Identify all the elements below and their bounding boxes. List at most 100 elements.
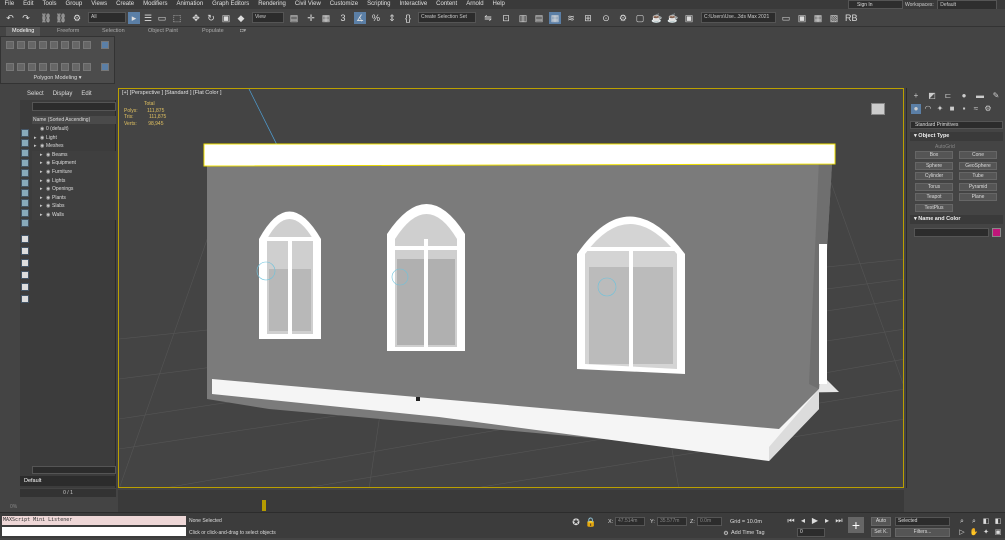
list-item[interactable]: ▸ ◉ Light	[32, 134, 116, 143]
ribbon-tool-icon[interactable]	[50, 63, 58, 71]
goto-start-icon[interactable]: ⏮	[786, 516, 796, 526]
list-item[interactable]: ◉ 0 (default)	[32, 125, 116, 134]
project-path-dropdown[interactable]: C:\Users\Use...3ds Max 2021	[701, 12, 776, 23]
key-filter-dropdown[interactable]: Selected	[895, 517, 950, 526]
menu-group[interactable]: Group	[61, 0, 87, 9]
ribbon-tool-icon[interactable]	[6, 63, 14, 71]
ribbon-tool-icon[interactable]	[83, 63, 91, 71]
set-key-icon[interactable]: +	[848, 517, 864, 533]
render-window-icon[interactable]: ▣	[683, 12, 695, 24]
list-item[interactable]: ▸ ◉ Walls	[32, 211, 116, 220]
menu-edit[interactable]: Edit	[81, 91, 91, 97]
x-coordinate-field[interactable]: 47.514m	[615, 517, 645, 526]
scene-search-input[interactable]	[32, 102, 116, 111]
menu-tools[interactable]: Tools	[38, 0, 61, 9]
list-item[interactable]: ▸ ◉ Beams	[32, 150, 116, 160]
display-filter-icon[interactable]	[21, 179, 29, 187]
maxscript-listener[interactable]: MAXScript Mini Listener	[2, 516, 186, 525]
set-key-button[interactable]: Set K.	[871, 528, 891, 537]
list-item[interactable]: ▸ ◉ Meshes	[32, 142, 116, 151]
key-filters-button[interactable]: Filters...	[895, 528, 950, 537]
display-tab-icon[interactable]: ▬	[975, 91, 985, 101]
display-filter-icon[interactable]	[21, 139, 29, 147]
arnold-render-icon[interactable]: ▦	[812, 12, 824, 24]
goto-end-icon[interactable]: ⏭	[834, 516, 844, 526]
ribbon-toggle-icon[interactable]: ▦	[549, 12, 561, 24]
display-filter-icon[interactable]	[21, 259, 29, 267]
display-filter-icon[interactable]	[21, 295, 29, 303]
window-crossing-icon[interactable]: ⬚	[171, 12, 183, 24]
undo-icon[interactable]: ↶	[4, 12, 16, 24]
tab-populate[interactable]: Populate	[202, 27, 224, 36]
time-slider-handle[interactable]	[262, 500, 266, 511]
ribbon-tool-icon[interactable]	[72, 41, 80, 49]
primitive-cylinder-button[interactable]: Cylinder	[915, 172, 953, 180]
hierarchy-tab-icon[interactable]: ⊏	[943, 91, 953, 101]
field-of-view-icon[interactable]: ▷	[956, 527, 968, 539]
menu-file[interactable]: File	[0, 0, 19, 9]
render-production-icon[interactable]: ☕	[651, 12, 663, 24]
reference-coordinate-dropdown[interactable]: View	[252, 12, 284, 23]
play-icon[interactable]: ▶	[810, 516, 820, 526]
menu-views[interactable]: Views	[87, 0, 112, 9]
column-header[interactable]: Name (Sorted Ascending)	[32, 116, 116, 124]
space-warps-icon[interactable]: ≈	[971, 104, 981, 114]
ribbon-tool-icon[interactable]	[101, 41, 109, 49]
modify-tab-icon[interactable]: ◩	[927, 91, 937, 101]
object-name-field[interactable]	[914, 228, 989, 237]
list-item[interactable]: ▸ ◉ Furniture	[32, 168, 116, 177]
ribbon-tool-icon[interactable]	[83, 41, 91, 49]
material-editor-icon[interactable]: ⊙	[600, 12, 612, 24]
mirror-icon[interactable]: ⇋	[482, 12, 494, 24]
primitive-teapot-button[interactable]: Teapot	[915, 193, 953, 201]
menu-edit[interactable]: Edit	[19, 0, 38, 9]
primitive-textplus-button[interactable]: TextPlus	[915, 203, 953, 212]
pivot-center-icon[interactable]: ▤	[288, 12, 300, 24]
current-layer[interactable]: Default	[20, 476, 116, 486]
ribbon-tool-icon[interactable]	[39, 41, 47, 49]
display-filter-icon[interactable]	[21, 129, 29, 137]
percent-snap-icon[interactable]: %	[370, 12, 382, 24]
primitive-torus-button[interactable]: Torus	[915, 182, 953, 191]
rectangular-selection-icon[interactable]: ▭	[156, 12, 168, 24]
menu-interactive[interactable]: Interactive	[395, 0, 432, 9]
scale-icon[interactable]: ▣	[220, 12, 232, 24]
redo-icon[interactable]: ↷	[20, 12, 32, 24]
angle-snap-icon[interactable]: ∡	[354, 12, 366, 24]
perspective-viewport[interactable]: [+] [Perspective ] [Standard ] [Flat Col…	[118, 88, 904, 488]
ribbon-options-icon[interactable]: ◘▾	[240, 27, 246, 36]
display-filter-icon[interactable]	[21, 169, 29, 177]
place-icon[interactable]: ◆	[235, 12, 247, 24]
menu-modifiers[interactable]: Modifiers	[139, 0, 172, 9]
list-item[interactable]: ▸ ◉ Equipment	[32, 159, 116, 168]
timeline[interactable]	[118, 490, 904, 512]
name-color-rollout[interactable]: ▾ Name and Color	[910, 215, 1003, 224]
list-item[interactable]: ▸ ◉ Plants	[32, 193, 116, 203]
y-coordinate-field[interactable]: 35.577m	[657, 517, 687, 526]
tab-freeform[interactable]: Freeform	[57, 27, 79, 36]
ribbon-minimize-icon[interactable]: RB	[845, 12, 858, 24]
geometry-icon[interactable]: ●	[911, 104, 921, 114]
display-filter-icon[interactable]	[21, 235, 29, 243]
tab-modeling[interactable]: Modeling	[6, 27, 41, 36]
display-filter-icon[interactable]	[21, 209, 29, 217]
project-folder-icon[interactable]: ▭	[780, 12, 792, 24]
isolate-selection-icon[interactable]: ✪	[570, 516, 582, 528]
scene-explorer-toggle-icon[interactable]: ▥	[517, 12, 529, 24]
maximize-viewport-icon[interactable]: ▣	[992, 527, 1004, 539]
menu-animation[interactable]: Animation	[172, 0, 208, 9]
create-tab-icon[interactable]: +	[911, 91, 921, 101]
shapes-icon[interactable]: ◠	[923, 104, 933, 114]
curve-editor-icon[interactable]: ≋	[565, 12, 577, 24]
tab-selection[interactable]: Selection	[102, 27, 125, 36]
display-filter-icon[interactable]	[21, 283, 29, 291]
selection-lock-icon[interactable]: 🔒	[585, 516, 597, 528]
bind-space-warp-icon[interactable]: ⚙	[71, 12, 83, 24]
primitive-category-dropdown[interactable]: Standard Primitives	[910, 121, 1003, 129]
systems-icon[interactable]: ⚙	[983, 104, 993, 114]
object-color-swatch[interactable]	[992, 228, 1001, 237]
render-iterative-icon[interactable]: ☕	[667, 12, 679, 24]
layer-explorer-icon[interactable]: ▤	[533, 12, 545, 24]
scene-scrollbar[interactable]	[32, 466, 116, 474]
primitive-pyramid-button[interactable]: Pyramid	[959, 182, 997, 191]
